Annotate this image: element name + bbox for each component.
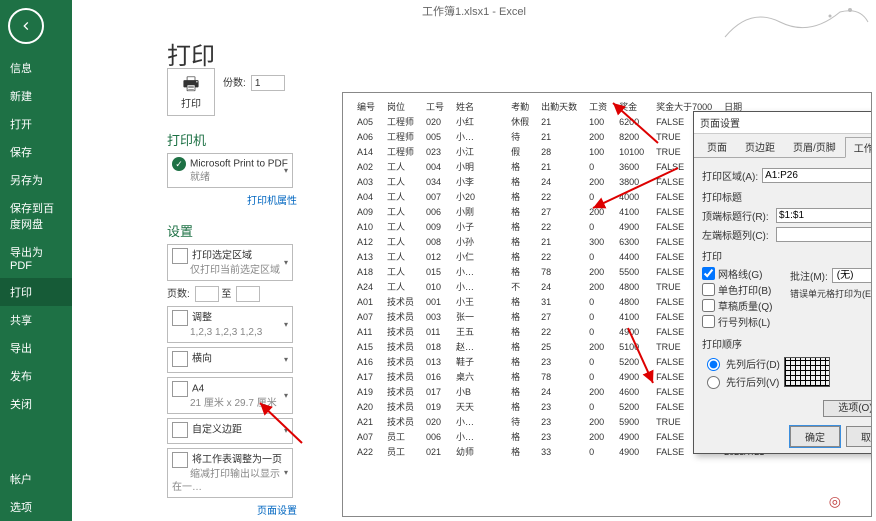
sidebar-item[interactable]: 保存到百度网盘 xyxy=(0,194,72,238)
sidebar-item[interactable]: 打印 xyxy=(0,278,72,306)
page-setup-dialog: 页面设置 ? × 页面页边距页眉/页脚工作表 打印区域(A): 打印标题 顶端标… xyxy=(693,111,872,454)
sidebar-item[interactable]: 导出 xyxy=(0,334,72,362)
margins-select[interactable]: 自定义边距 ▾ xyxy=(167,418,293,444)
orientation-icon xyxy=(172,351,188,367)
sidebar-item[interactable]: 帐户 xyxy=(0,465,72,493)
bw-checkbox[interactable] xyxy=(702,283,715,296)
scale-select[interactable]: 将工作表调整为一页 缩减打印输出以显示在一… ▾ xyxy=(167,448,293,498)
chevron-down-icon: ▾ xyxy=(284,468,288,478)
dialog-help-button[interactable]: ? xyxy=(870,117,872,128)
comments-select[interactable]: (无) xyxy=(832,268,872,283)
draft-checkbox[interactable] xyxy=(702,299,715,312)
dialog-tab[interactable]: 页边距 xyxy=(736,136,784,157)
dialog-tab[interactable]: 页眉/页脚 xyxy=(784,136,845,157)
order-down-radio[interactable] xyxy=(707,358,720,371)
printer-properties-link[interactable]: 打印机属性 xyxy=(247,192,297,207)
print-options-header: 打印 xyxy=(702,248,872,263)
chevron-down-icon: ▾ xyxy=(284,426,288,436)
page-title: 打印 xyxy=(167,36,215,71)
zoom-icon[interactable]: ◎ xyxy=(829,493,841,510)
sidebar-item[interactable]: 导出为PDF xyxy=(0,238,72,278)
copies-label: 份数: xyxy=(223,78,246,89)
gridlines-checkbox[interactable] xyxy=(702,267,715,280)
sidebar-item[interactable]: 新建 xyxy=(0,82,72,110)
page-setup-link[interactable]: 页面设置 xyxy=(257,502,297,517)
dialog-title: 页面设置 xyxy=(700,115,870,130)
margins-icon xyxy=(172,422,188,438)
cancel-button[interactable]: 取消 xyxy=(846,426,872,447)
pages-label: 页数: xyxy=(167,289,190,300)
printer-select[interactable]: ✓Microsoft Print to PDF 就绪 ▾ xyxy=(167,153,293,188)
window-title: 工作簿1.xlsx1 - Excel xyxy=(422,3,526,19)
back-button[interactable] xyxy=(8,8,44,44)
decorative-swirl xyxy=(720,2,870,42)
backstage-sidebar: 信息新建打开保存另存为保存到百度网盘导出为PDF打印共享导出发布关闭 帐户选项 xyxy=(0,0,72,521)
sidebar-item[interactable]: 选项 xyxy=(0,493,72,521)
print-area-label: 打印区域(A): xyxy=(702,168,758,183)
chevron-down-icon: ▾ xyxy=(284,320,288,330)
settings-header: 设置 xyxy=(167,221,297,240)
top-rows-input[interactable] xyxy=(776,208,872,223)
paper-icon xyxy=(172,381,188,397)
chevron-down-icon: ▾ xyxy=(284,355,288,365)
collate-icon xyxy=(172,310,188,326)
sidebar-item[interactable]: 另存为 xyxy=(0,166,72,194)
printer-status-icon: ✓ xyxy=(172,157,186,171)
print-area-input[interactable] xyxy=(762,168,872,183)
chevron-down-icon: ▾ xyxy=(284,257,288,267)
options-button[interactable]: 选项(O)... xyxy=(823,400,872,417)
order-preview-icon xyxy=(784,357,830,387)
dialog-tab[interactable]: 工作表 xyxy=(845,137,872,158)
headings-checkbox[interactable] xyxy=(702,315,715,328)
top-rows-label: 顶端标题行(R): xyxy=(702,208,772,223)
page-from-input[interactable] xyxy=(195,286,219,302)
page-to-input[interactable] xyxy=(236,286,260,302)
print-preview: 编号岗位工号姓名考勤出勤天数工资奖金奖金大于7000日期A05工程师020小红休… xyxy=(342,92,872,517)
dialog-tab[interactable]: 页面 xyxy=(698,136,736,157)
scale-icon xyxy=(172,452,188,468)
print-titles-header: 打印标题 xyxy=(702,189,872,204)
orientation-select[interactable]: 横向 ▾ xyxy=(167,347,293,373)
sidebar-item[interactable]: 信息 xyxy=(0,54,72,82)
chevron-down-icon: ▾ xyxy=(284,391,288,401)
left-cols-label: 左端标题列(C): xyxy=(702,227,772,242)
sidebar-item[interactable]: 保存 xyxy=(0,138,72,166)
order-over-radio[interactable] xyxy=(707,376,720,389)
copies-input[interactable]: 1 xyxy=(251,75,285,91)
left-cols-input[interactable] xyxy=(776,227,872,242)
paper-size-select[interactable]: A4 21 厘米 x 29.7 厘米 ▾ xyxy=(167,377,293,414)
chevron-down-icon: ▾ xyxy=(284,165,288,175)
printer-header: 打印机 xyxy=(167,130,297,149)
print-button[interactable]: 🖶 打印 xyxy=(167,68,215,116)
ok-button[interactable]: 确定 xyxy=(790,426,840,447)
collate-select[interactable]: 调整 1,2,3 1,2,3 1,2,3 ▾ xyxy=(167,306,293,343)
sidebar-item[interactable]: 打开 xyxy=(0,110,72,138)
sidebar-item[interactable]: 共享 xyxy=(0,306,72,334)
print-area-select[interactable]: 打印选定区域 仅打印当前选定区域 ▾ xyxy=(167,244,293,281)
sidebar-item[interactable]: 关闭 xyxy=(0,390,72,418)
sheet-icon xyxy=(172,248,188,264)
sidebar-item[interactable]: 发布 xyxy=(0,362,72,390)
printer-icon: 🖶 xyxy=(183,75,200,93)
print-order-header: 打印顺序 xyxy=(702,336,872,351)
